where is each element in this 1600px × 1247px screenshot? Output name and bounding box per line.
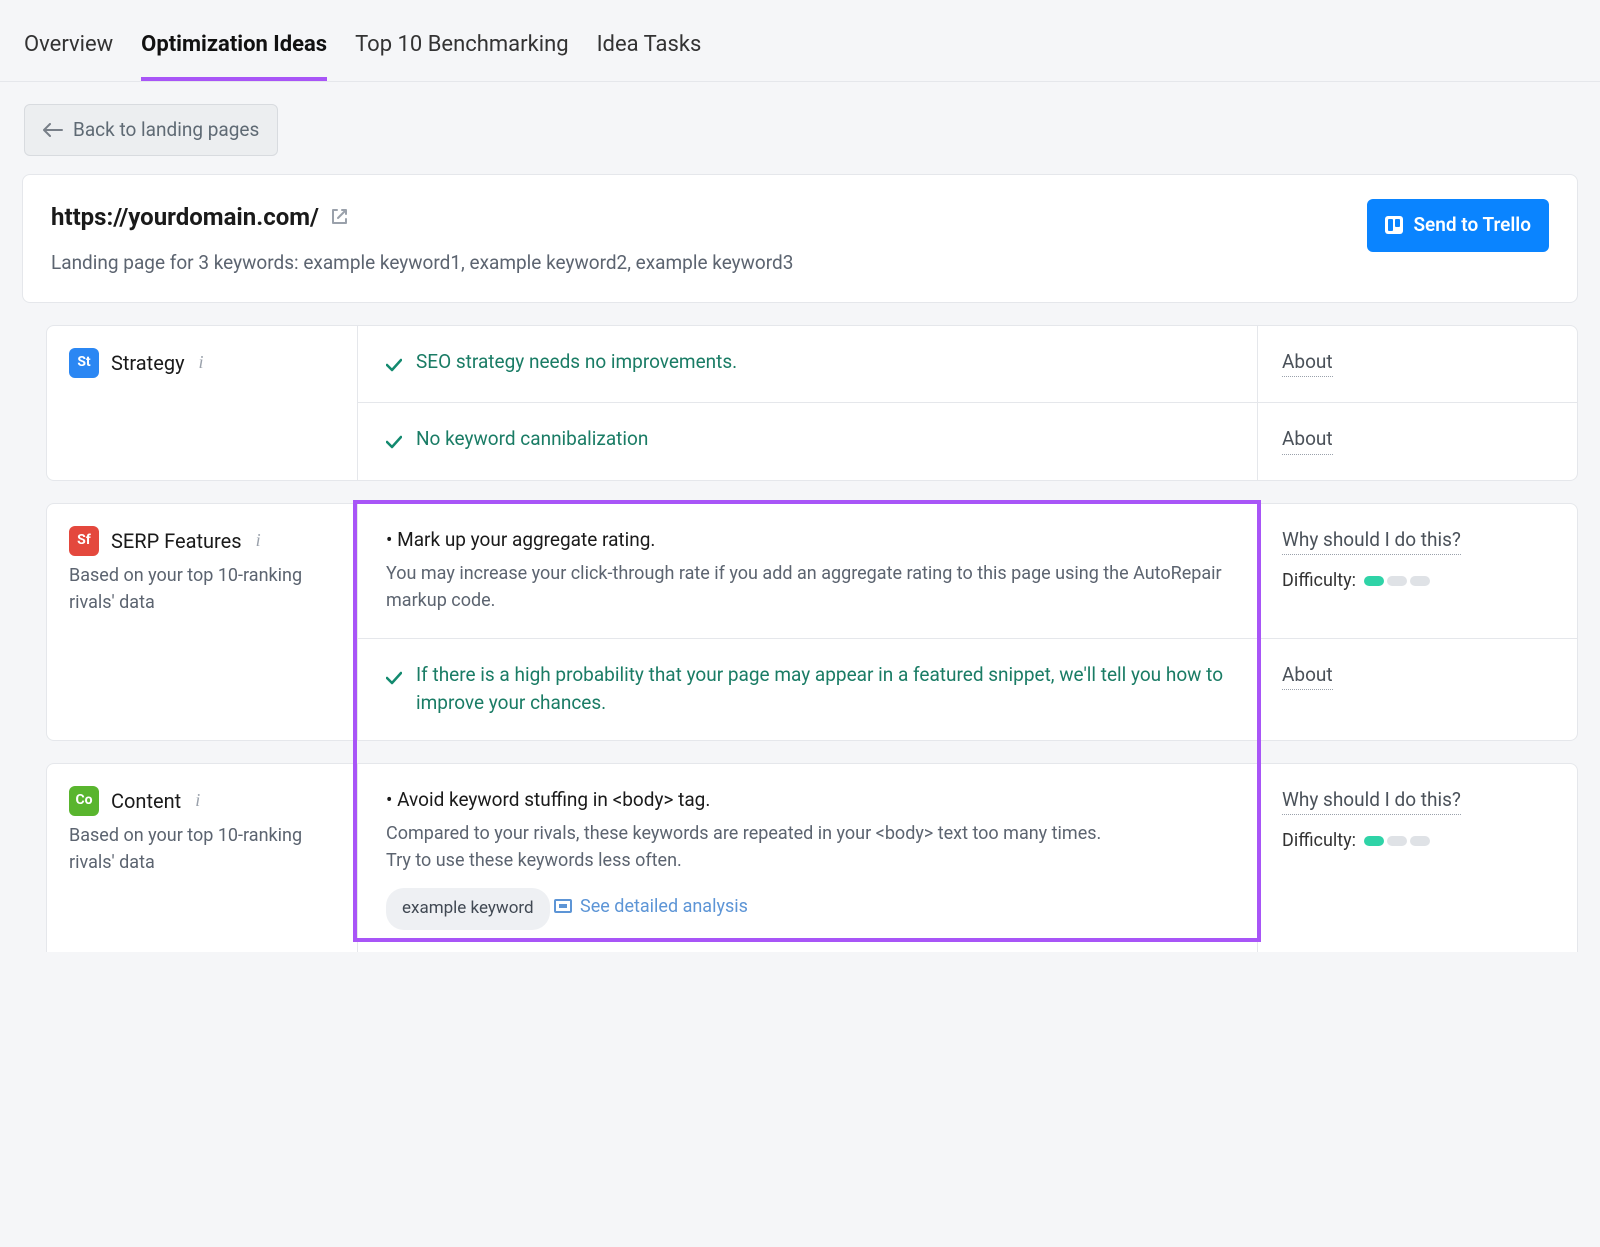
page-url: https://yourdomain.com/ bbox=[51, 199, 349, 235]
serp-row-2-right: About bbox=[1257, 638, 1577, 740]
strategy-row-2-text: No keyword cannibalization bbox=[416, 425, 648, 454]
serp-badge: Sf bbox=[69, 526, 99, 556]
back-button[interactable]: Back to landing pages bbox=[24, 104, 278, 156]
serp-desc: Based on your top 10-ranking rivals' dat… bbox=[69, 562, 337, 616]
serp-label-col: Sf SERP Features i Based on your top 10-… bbox=[47, 504, 357, 638]
strategy-row-1-mid: SEO strategy needs no improvements. bbox=[357, 326, 1257, 403]
strategy-row-2-right: About bbox=[1257, 402, 1577, 480]
content-row-1-title: Avoid keyword stuffing in <body> tag. bbox=[386, 786, 1229, 815]
keyword-chip[interactable]: example keyword bbox=[386, 888, 550, 930]
send-to-trello-button[interactable]: Send to Trello bbox=[1367, 199, 1549, 252]
difficulty-row: Difficulty: bbox=[1282, 567, 1553, 594]
external-link-icon[interactable] bbox=[329, 207, 349, 227]
page-subhead: Landing page for 3 keywords: example key… bbox=[51, 249, 793, 278]
serp-row-1-right: Why should I do this? Difficulty: bbox=[1257, 504, 1577, 638]
about-link[interactable]: About bbox=[1282, 425, 1333, 455]
difficulty-label: Difficulty: bbox=[1282, 567, 1356, 594]
tabs-bar: Overview Optimization Ideas Top 10 Bench… bbox=[0, 0, 1600, 82]
difficulty-bar bbox=[1364, 836, 1430, 846]
serp-row-2-text: If there is a high probability that your… bbox=[416, 661, 1229, 718]
content-row-1-body2: Try to use these keywords less often. bbox=[386, 847, 1229, 874]
trello-icon bbox=[1385, 216, 1403, 234]
content-badge: Co bbox=[69, 786, 99, 816]
strategy-row-2-mid: No keyword cannibalization bbox=[357, 402, 1257, 480]
tab-idea-tasks[interactable]: Idea Tasks bbox=[597, 18, 702, 81]
check-icon bbox=[386, 665, 402, 694]
arrow-left-icon bbox=[43, 115, 63, 145]
difficulty-bar bbox=[1364, 576, 1430, 586]
page-header-card: https://yourdomain.com/ Landing page for… bbox=[22, 174, 1578, 303]
content-row-1: Co Content i Based on your top 10-rankin… bbox=[47, 764, 1577, 952]
serp-row-1: Sf SERP Features i Based on your top 10-… bbox=[47, 504, 1577, 638]
strategy-row-1-text: SEO strategy needs no improvements. bbox=[416, 348, 737, 377]
check-icon bbox=[386, 352, 402, 381]
check-icon bbox=[386, 429, 402, 458]
detailed-label: See detailed analysis bbox=[580, 893, 748, 920]
strategy-badge: St bbox=[69, 348, 99, 378]
strategy-row-1: St Strategy i SEO strategy needs no impr… bbox=[47, 326, 1577, 403]
trello-button-label: Send to Trello bbox=[1413, 211, 1531, 240]
content-title: Content bbox=[111, 786, 181, 816]
strategy-panel: St Strategy i SEO strategy needs no impr… bbox=[46, 325, 1578, 481]
why-link[interactable]: Why should I do this? bbox=[1282, 526, 1461, 556]
strategy-row-1-right: About bbox=[1257, 326, 1577, 403]
serp-row-1-body: You may increase your click-through rate… bbox=[386, 560, 1229, 614]
tab-benchmarking[interactable]: Top 10 Benchmarking bbox=[355, 18, 568, 81]
content-desc: Based on your top 10-ranking rivals' dat… bbox=[69, 822, 337, 876]
serp-row-1-title: Mark up your aggregate rating. bbox=[386, 526, 1229, 555]
tab-overview[interactable]: Overview bbox=[24, 18, 113, 81]
info-icon[interactable]: i bbox=[254, 527, 263, 554]
why-link[interactable]: Why should I do this? bbox=[1282, 786, 1461, 816]
page-url-text: https://yourdomain.com/ bbox=[51, 199, 319, 235]
serp-row-1-mid: Mark up your aggregate rating. You may i… bbox=[357, 504, 1257, 638]
tab-optimization-ideas[interactable]: Optimization Ideas bbox=[141, 18, 327, 81]
info-icon[interactable]: i bbox=[193, 787, 202, 814]
about-link[interactable]: About bbox=[1282, 348, 1333, 378]
document-icon bbox=[554, 899, 572, 913]
serp-title: SERP Features bbox=[111, 526, 242, 556]
page-header-left: https://yourdomain.com/ Landing page for… bbox=[51, 199, 793, 278]
see-detailed-analysis-link[interactable]: See detailed analysis bbox=[554, 893, 748, 920]
difficulty-row: Difficulty: bbox=[1282, 827, 1553, 854]
strategy-label-col: St Strategy i bbox=[47, 326, 357, 403]
serp-row-2-mid: If there is a high probability that your… bbox=[357, 638, 1257, 740]
strategy-row-2: No keyword cannibalization About bbox=[47, 402, 1577, 480]
content-row-1-right: Why should I do this? Difficulty: bbox=[1257, 764, 1577, 952]
info-icon[interactable]: i bbox=[197, 349, 206, 376]
back-button-label: Back to landing pages bbox=[73, 116, 259, 145]
serp-row-2: If there is a high probability that your… bbox=[47, 638, 1577, 740]
content-row-1-mid: Avoid keyword stuffing in <body> tag. Co… bbox=[357, 764, 1257, 952]
strategy-title: Strategy bbox=[111, 348, 185, 378]
about-link[interactable]: About bbox=[1282, 661, 1333, 691]
content-row-1-body1: Compared to your rivals, these keywords … bbox=[386, 820, 1229, 847]
difficulty-label: Difficulty: bbox=[1282, 827, 1356, 854]
serp-panel: Sf SERP Features i Based on your top 10-… bbox=[46, 503, 1578, 741]
content-label-col: Co Content i Based on your top 10-rankin… bbox=[47, 764, 357, 952]
content-panel: Co Content i Based on your top 10-rankin… bbox=[46, 763, 1578, 952]
